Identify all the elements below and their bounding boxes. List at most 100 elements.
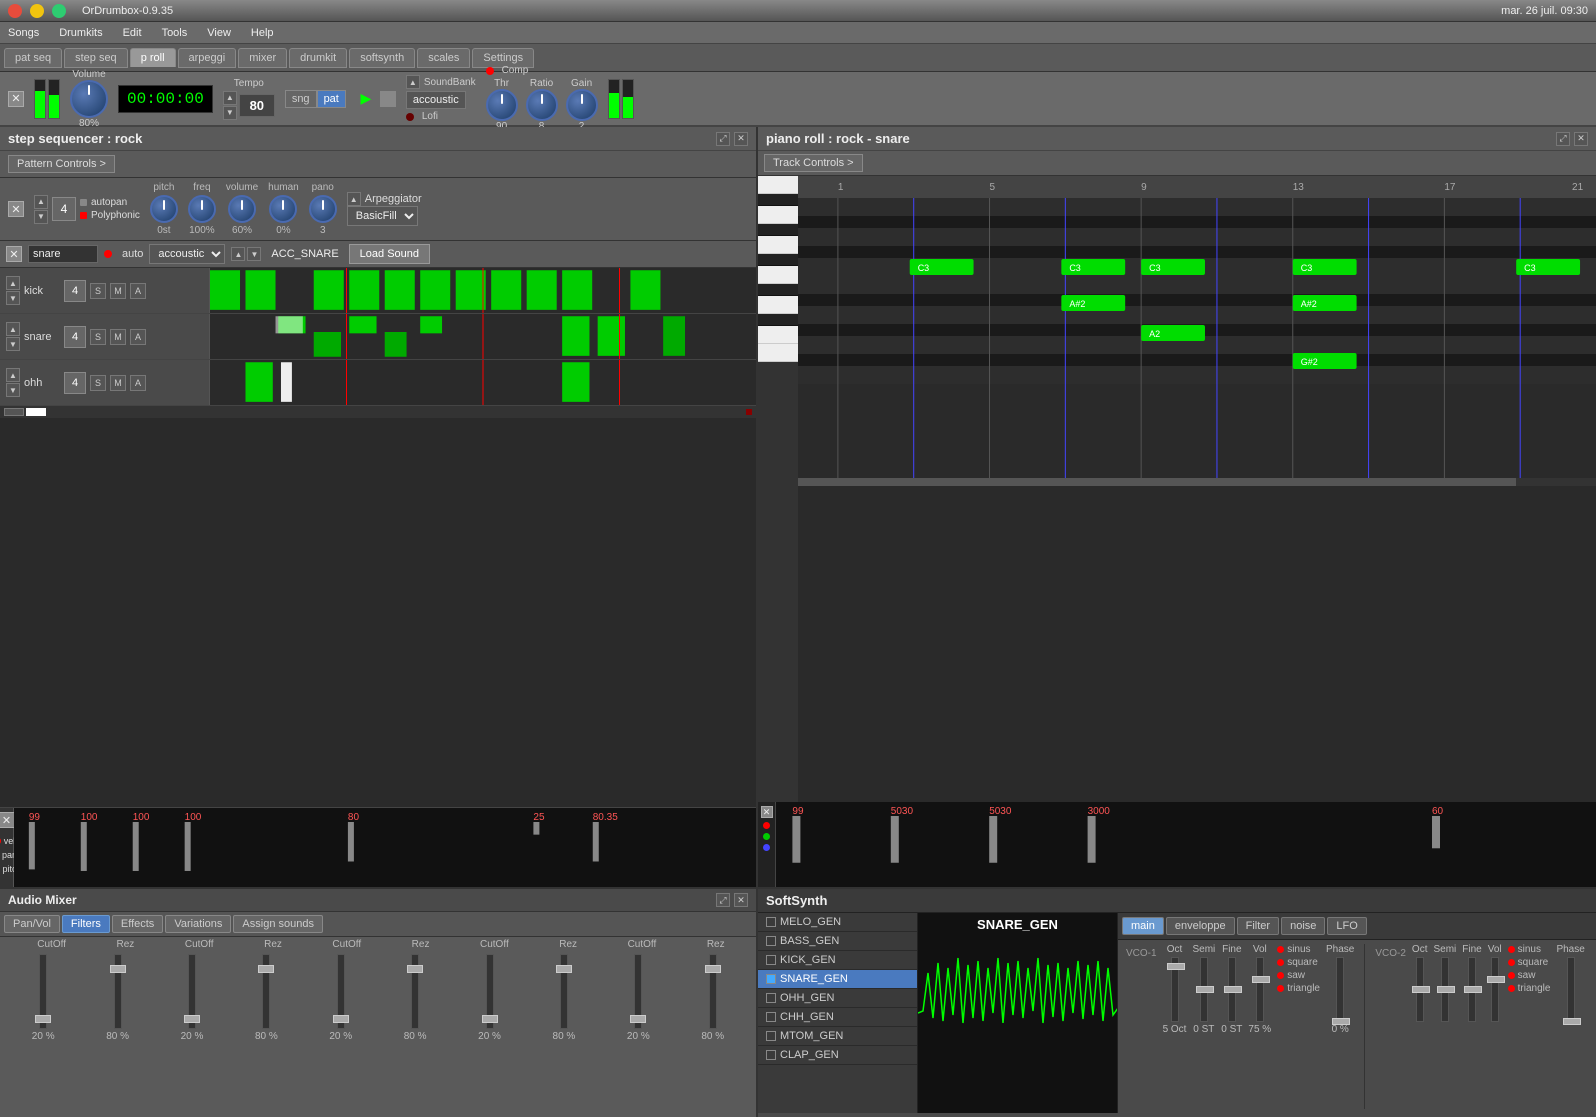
sound-name-input[interactable]	[28, 245, 98, 263]
fader-ch4-rez-track[interactable]	[560, 954, 568, 1029]
vco1-wf-square[interactable]: square	[1277, 957, 1320, 968]
tab-scales[interactable]: scales	[417, 48, 470, 68]
menu-edit[interactable]: Edit	[119, 25, 146, 41]
tab-step-seq[interactable]: step seq	[64, 48, 128, 68]
vco2-wf-saw[interactable]: saw	[1508, 970, 1551, 981]
ohh-num-down[interactable]	[6, 383, 20, 397]
vco2-vol-handle[interactable]	[1487, 976, 1505, 983]
inst-x-btn[interactable]: ✕	[8, 201, 24, 217]
ohh-a-btn[interactable]: A	[130, 375, 146, 391]
load-sound-btn[interactable]: Load Sound	[349, 244, 430, 264]
step-seq-close-btn[interactable]: ✕	[734, 132, 748, 146]
tempo-up-btn[interactable]	[223, 91, 237, 105]
menu-songs[interactable]: Songs	[4, 25, 43, 41]
thr-knob[interactable]	[486, 89, 518, 121]
fader-ch4-rez-handle[interactable]	[556, 965, 572, 973]
menu-tools[interactable]: Tools	[158, 25, 192, 41]
vco1-fine-fader[interactable]	[1228, 957, 1236, 1022]
kick-m-btn[interactable]: M	[110, 283, 126, 299]
ss-tab-enveloppe[interactable]: enveloppe	[1166, 917, 1235, 935]
snare-a-btn[interactable]: A	[130, 329, 146, 345]
pat-btn[interactable]: pat	[317, 90, 346, 108]
fader-ch5-rez-track[interactable]	[709, 954, 717, 1029]
fader-ch1-rez-handle[interactable]	[110, 965, 126, 973]
fader-ch3-rez-handle[interactable]	[407, 965, 423, 973]
vco2-oct-fader[interactable]	[1416, 957, 1424, 1022]
fader-ch1-cutoff-track[interactable]	[39, 954, 47, 1029]
fader-ch5-rez-handle[interactable]	[705, 965, 721, 973]
mixer-tab-effects[interactable]: Effects	[112, 915, 163, 933]
tab-softsynth[interactable]: softsynth	[349, 48, 415, 68]
vco2-semi-fader[interactable]	[1441, 957, 1449, 1022]
close-btn[interactable]	[8, 4, 22, 18]
inst-num-up[interactable]	[34, 195, 48, 209]
ratio-knob[interactable]	[526, 89, 558, 121]
fader-ch4-cutoff-track[interactable]	[486, 954, 494, 1029]
step-seq-resize-btn[interactable]: ⤢	[716, 132, 730, 146]
menu-drumkits[interactable]: Drumkits	[55, 25, 106, 41]
ohh-s-btn[interactable]: S	[90, 375, 106, 391]
pattern-controls-btn[interactable]: Pattern Controls >	[8, 155, 115, 173]
snare-num-down[interactable]	[6, 337, 20, 351]
soundbank-value[interactable]: accoustic	[406, 91, 466, 109]
stop-btn[interactable]	[380, 91, 396, 107]
vco1-semi-fader[interactable]	[1200, 957, 1208, 1022]
tab-drumkit[interactable]: drumkit	[289, 48, 347, 68]
vco2-wf-square[interactable]: square	[1508, 957, 1551, 968]
arp-select[interactable]: BasicFill	[347, 206, 418, 226]
vco1-phase-handle[interactable]	[1332, 1018, 1350, 1025]
ss-item-mtom[interactable]: MTOM_GEN	[758, 1027, 917, 1046]
sound-bank-select[interactable]: accoustic	[149, 244, 225, 264]
vco1-vol-fader[interactable]	[1256, 957, 1264, 1022]
ohh-num-up[interactable]	[6, 368, 20, 382]
fader-ch3-cutoff-track[interactable]	[337, 954, 345, 1029]
kick-num-up[interactable]	[6, 276, 20, 290]
vco1-wf-triangle[interactable]: triangle	[1277, 983, 1320, 994]
mixer-tab-assign[interactable]: Assign sounds	[233, 915, 323, 933]
fader-ch2-cutoff-handle[interactable]	[184, 1015, 200, 1023]
vel-x-btn[interactable]: ✕	[0, 812, 15, 828]
preset-down-btn[interactable]	[247, 247, 261, 261]
fader-ch2-cutoff-track[interactable]	[188, 954, 196, 1029]
kick-s-btn[interactable]: S	[90, 283, 106, 299]
freq-knob[interactable]	[188, 195, 216, 223]
tempo-value[interactable]: 80	[239, 94, 275, 117]
fader-ch3-cutoff-handle[interactable]	[333, 1015, 349, 1023]
vco2-phase-fader[interactable]	[1567, 957, 1575, 1022]
ss-tab-filter[interactable]: Filter	[1237, 917, 1279, 935]
fader-ch5-cutoff-track[interactable]	[634, 954, 642, 1029]
ss-item-kick[interactable]: KICK_GEN	[758, 951, 917, 970]
pr-close-btn[interactable]: ✕	[1574, 132, 1588, 146]
fader-ch5-cutoff-handle[interactable]	[630, 1015, 646, 1023]
human-knob[interactable]	[269, 195, 297, 223]
mixer-tab-filters[interactable]: Filters	[62, 915, 110, 933]
snare-s-btn[interactable]: S	[90, 329, 106, 345]
vco2-wf-sinus[interactable]: sinus	[1508, 944, 1551, 955]
mixer-close-btn[interactable]: ✕	[734, 893, 748, 907]
vco1-oct-handle[interactable]	[1167, 963, 1185, 970]
minimize-btn[interactable]	[30, 4, 44, 18]
ss-item-bass[interactable]: BASS_GEN	[758, 932, 917, 951]
soundbank-up-btn[interactable]	[406, 75, 420, 89]
ohh-m-btn[interactable]: M	[110, 375, 126, 391]
play-btn[interactable]: ▶	[356, 89, 376, 109]
ss-tab-noise[interactable]: noise	[1281, 917, 1325, 935]
mixer-tab-panvol[interactable]: Pan/Vol	[4, 915, 60, 933]
kick-a-btn[interactable]: A	[130, 283, 146, 299]
mixer-resize-btn[interactable]: ⤢	[716, 893, 730, 907]
ss-item-clap[interactable]: CLAP_GEN	[758, 1046, 917, 1065]
tab-pat-seq[interactable]: pat seq	[4, 48, 62, 68]
ss-item-ohh[interactable]: OHH_GEN	[758, 989, 917, 1008]
vco2-fine-fader[interactable]	[1468, 957, 1476, 1022]
vco2-vol-fader[interactable]	[1491, 957, 1499, 1022]
vco2-phase-handle[interactable]	[1563, 1018, 1581, 1025]
vco2-fine-handle[interactable]	[1464, 986, 1482, 993]
vco1-phase-fader[interactable]	[1336, 957, 1344, 1022]
transport-x-btn[interactable]: ✕	[8, 91, 24, 107]
ss-item-snare[interactable]: SNARE_GEN	[758, 970, 917, 989]
mixer-tab-variations[interactable]: Variations	[165, 915, 231, 933]
snare-m-btn[interactable]: M	[110, 329, 126, 345]
snare-num-up[interactable]	[6, 322, 20, 336]
preset-up-btn[interactable]	[231, 247, 245, 261]
ss-item-melo[interactable]: MELO_GEN	[758, 913, 917, 932]
